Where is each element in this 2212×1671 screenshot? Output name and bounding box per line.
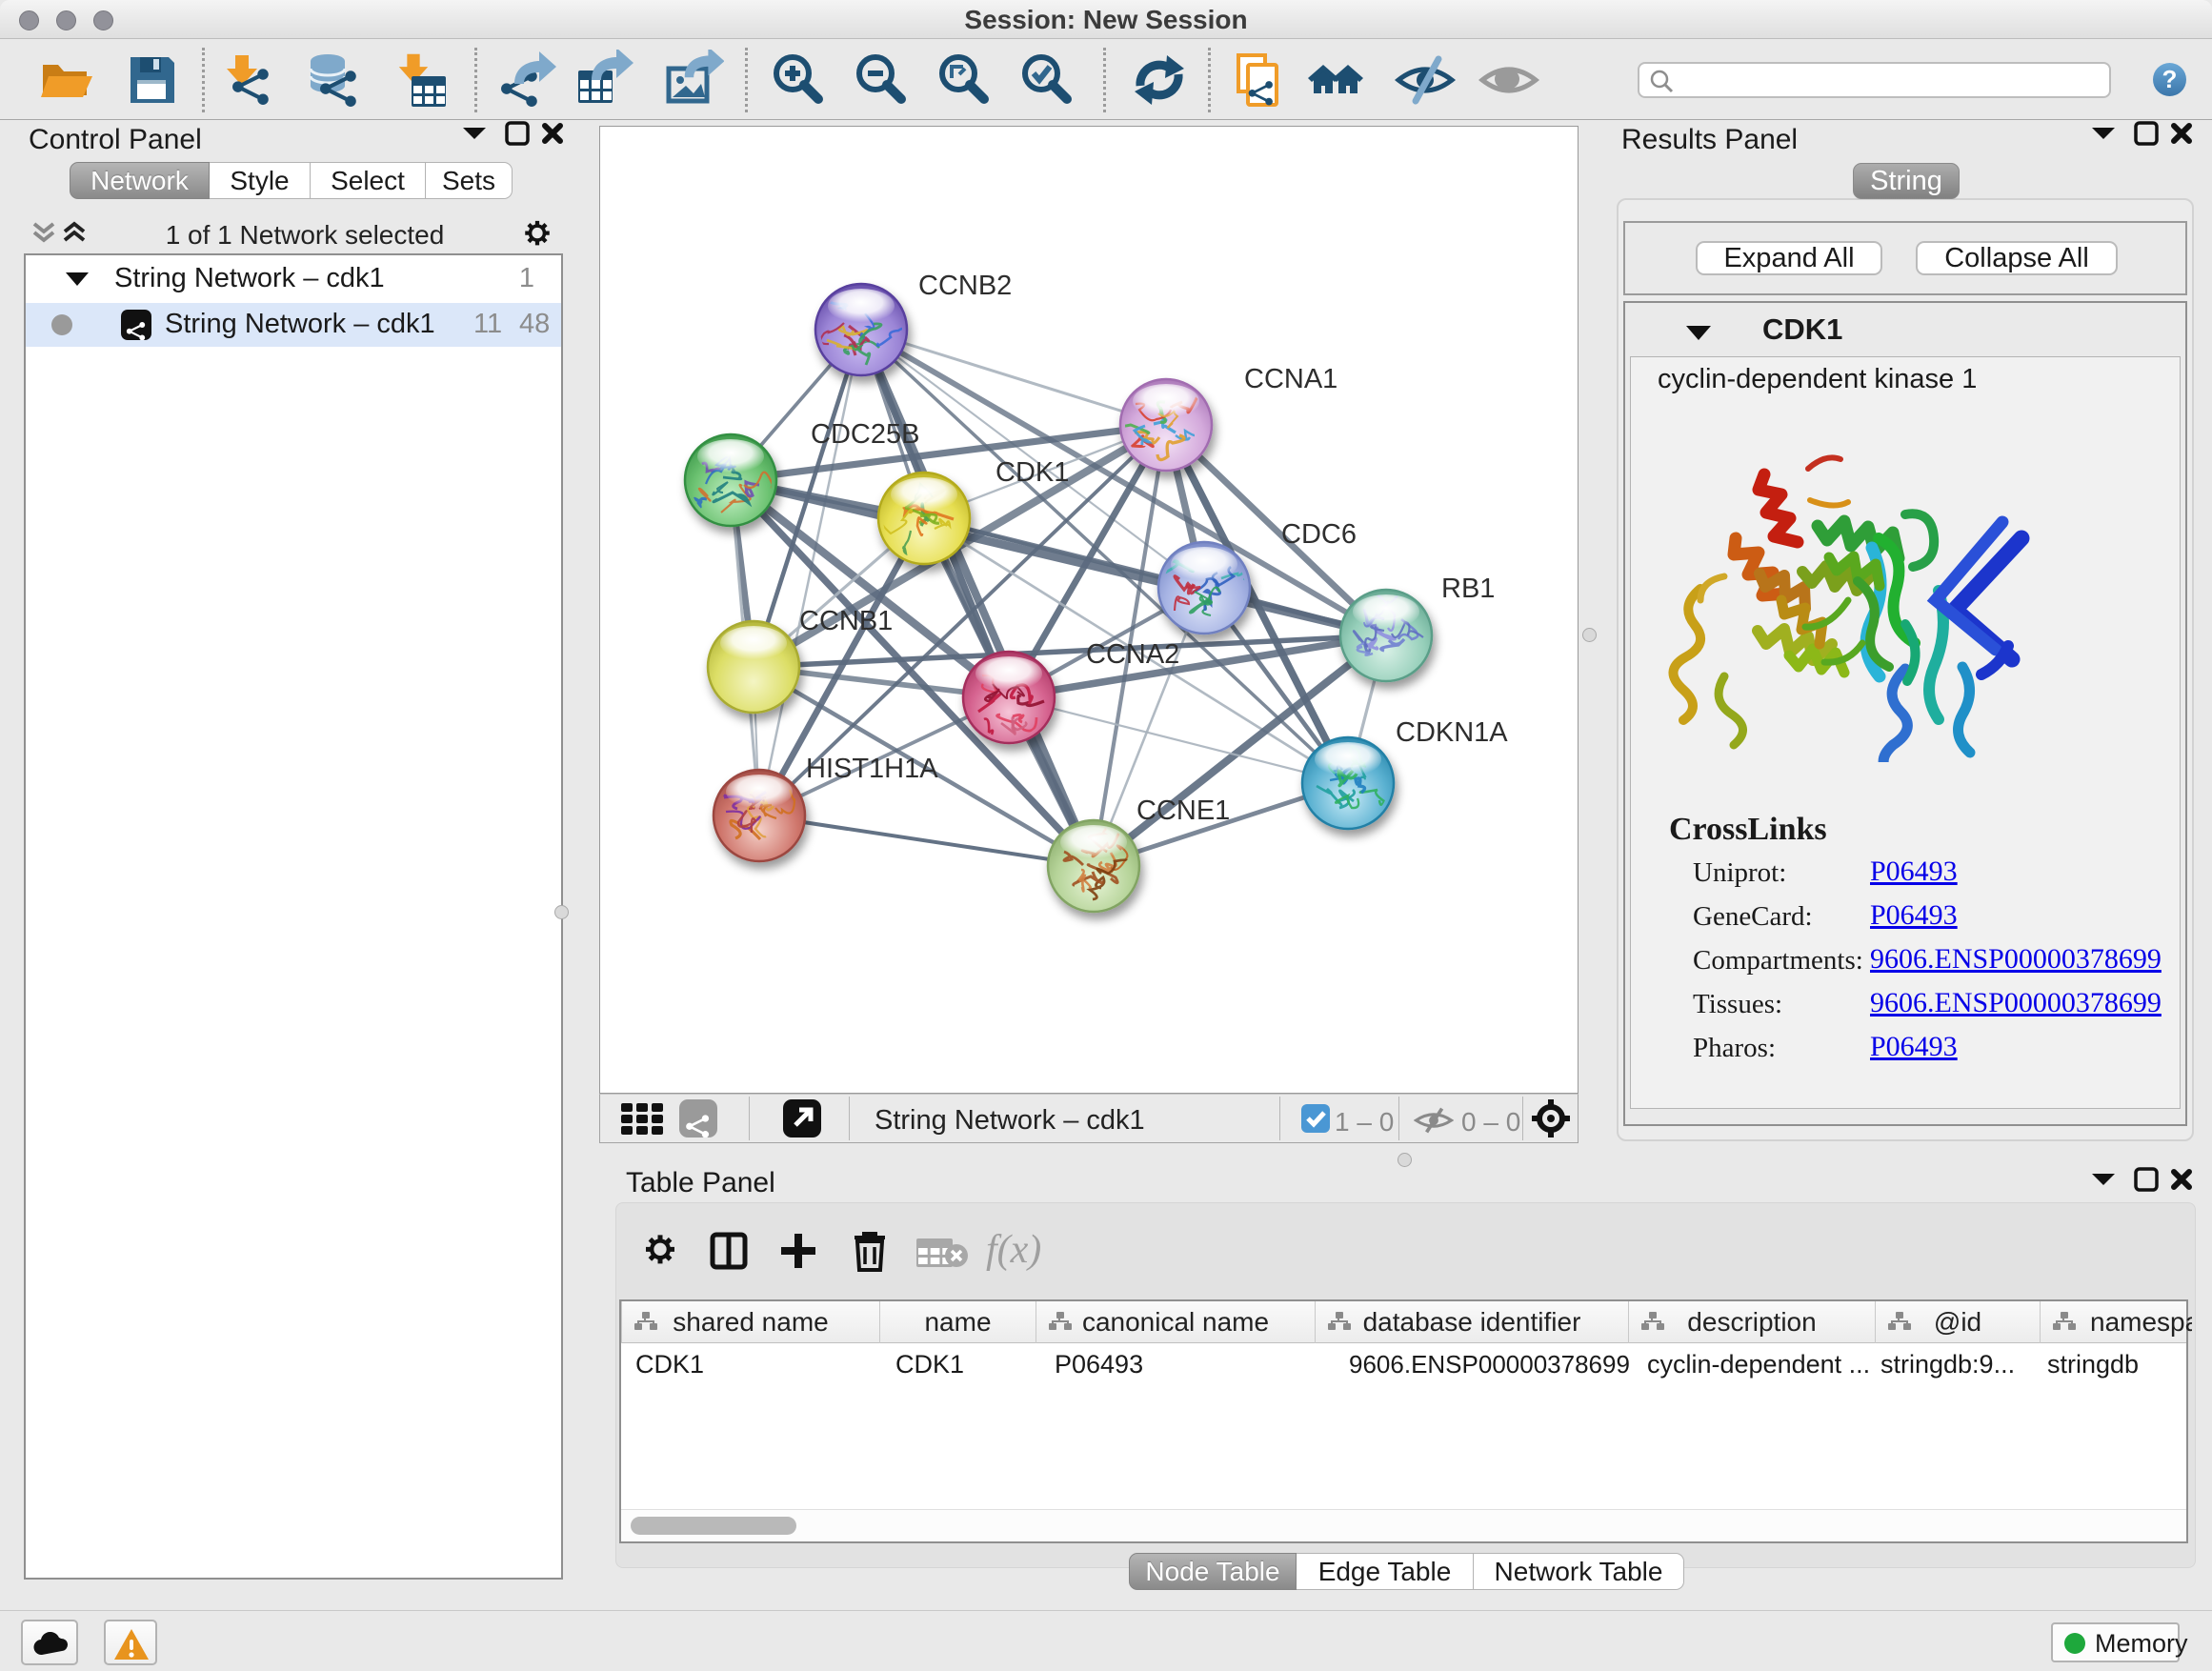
- svg-text:CCNB2: CCNB2: [918, 271, 1012, 301]
- svg-text:CDKN1A: CDKN1A: [1396, 717, 1508, 748]
- svg-text:CCNA2: CCNA2: [1086, 639, 1179, 670]
- svg-text:CDK1: CDK1: [995, 457, 1069, 488]
- svg-text:CCNE1: CCNE1: [1136, 795, 1230, 826]
- svg-text:HIST1H1A: HIST1H1A: [806, 754, 938, 784]
- svg-text:CDC25B: CDC25B: [811, 419, 919, 450]
- svg-text:RB1: RB1: [1441, 574, 1495, 604]
- svg-text:CCNB1: CCNB1: [799, 606, 893, 636]
- svg-text:CCNA1: CCNA1: [1244, 364, 1337, 394]
- svg-text:CDC6: CDC6: [1281, 519, 1357, 550]
